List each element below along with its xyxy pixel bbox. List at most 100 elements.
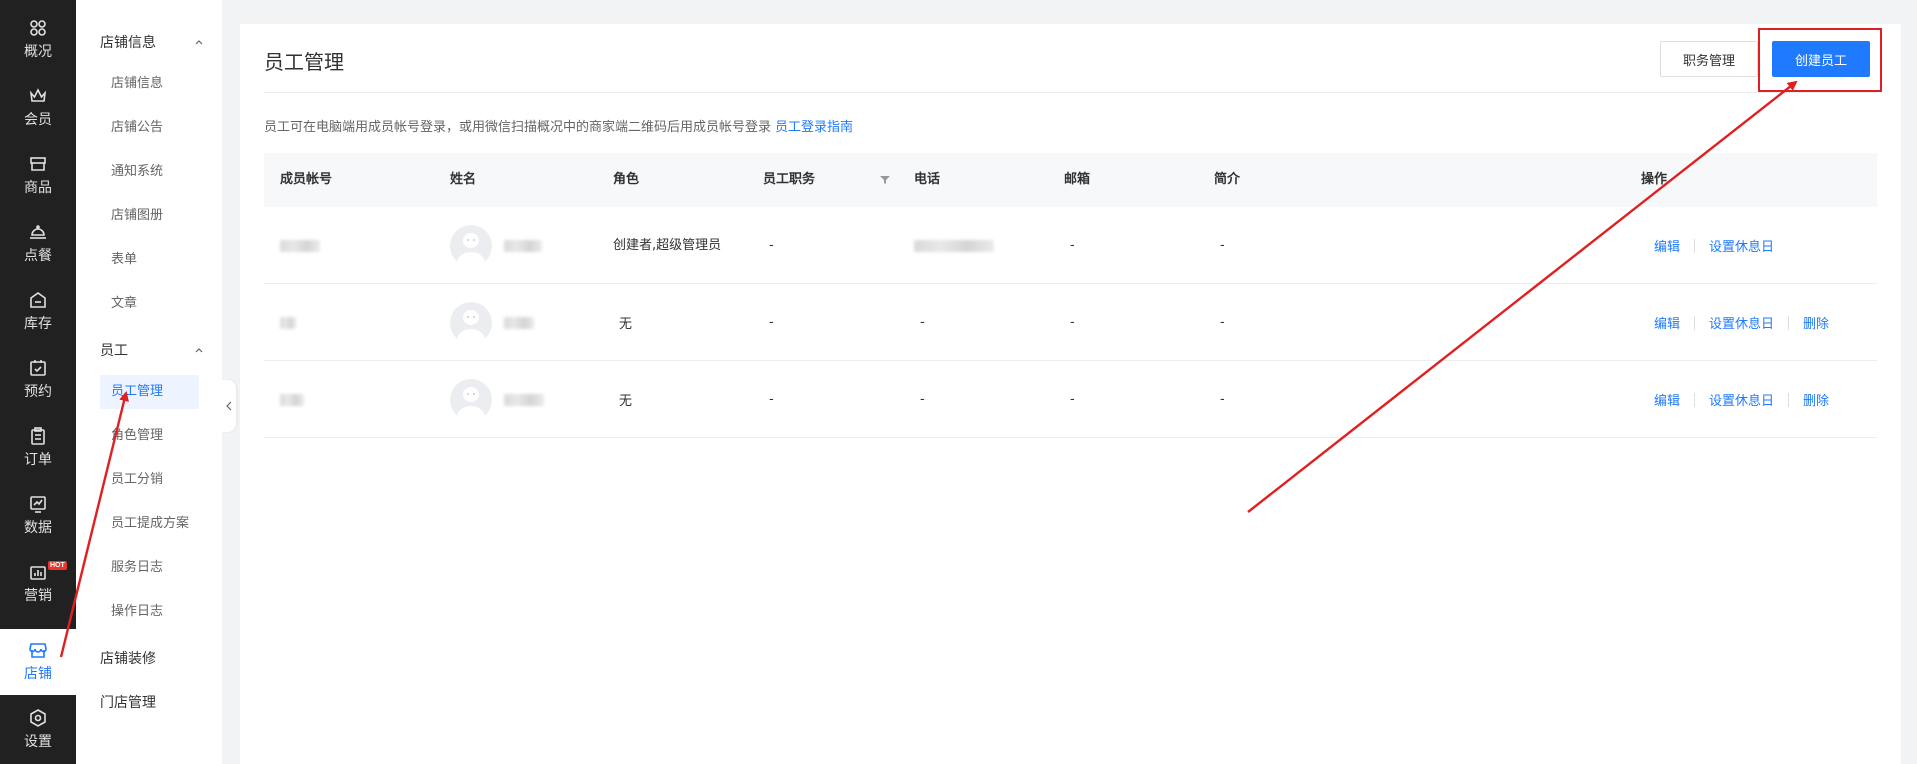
- column-header-actions: 操作: [1641, 172, 1668, 187]
- blurred-account: [280, 239, 320, 252]
- email-cell: -: [1070, 315, 1075, 330]
- sidebar-link-store-management[interactable]: 门店管理: [100, 692, 204, 712]
- sidebar-item-service-log[interactable]: 服务日志: [100, 551, 199, 585]
- sidebar-item-notify-system[interactable]: 通知系统: [100, 155, 199, 189]
- divider: [1694, 315, 1696, 330]
- marketing-icon: [30, 566, 46, 580]
- chevron-up-icon: [195, 348, 203, 353]
- nav-label: 营销: [24, 588, 52, 604]
- avatar: [450, 301, 492, 344]
- delete-link[interactable]: 删除: [1803, 390, 1829, 409]
- row-actions: 编辑 设置休息日 删除: [1654, 284, 1829, 361]
- divider: [264, 92, 1877, 93]
- sidebar-item-notice[interactable]: 店铺公告: [100, 111, 199, 145]
- nav-label: 订单: [24, 452, 52, 468]
- blurred-name: [504, 393, 544, 406]
- row-actions: 编辑 设置休息日: [1654, 207, 1774, 284]
- edit-link[interactable]: 编辑: [1654, 313, 1680, 332]
- table-header: 成员帐号 姓名 角色 员工职务 电话 邮箱 简介 操作: [264, 153, 1877, 207]
- food-cover-icon: [30, 225, 46, 239]
- blurred-account: [280, 316, 296, 329]
- nav-label: 库存: [24, 316, 52, 332]
- secondary-sidebar: 店铺信息 店铺信息 店铺公告 通知系统 店铺图册 表单 文章 员工 员工管理 角…: [76, 0, 222, 764]
- page-title: 员工管理: [264, 50, 344, 74]
- nav-item-members[interactable]: 会员: [0, 75, 76, 141]
- clipboard-icon: [31, 427, 45, 445]
- phone-cell: -: [920, 392, 925, 407]
- delete-link[interactable]: 删除: [1803, 313, 1829, 332]
- sidebar-group-shop-info[interactable]: 店铺信息: [100, 32, 204, 52]
- nav-item-shop[interactable]: 店铺: [0, 629, 76, 695]
- blurred-name: [504, 316, 534, 329]
- nav-item-inventory[interactable]: 库存: [0, 279, 76, 345]
- edit-link[interactable]: 编辑: [1654, 390, 1680, 409]
- primary-nav: 概况 会员 商品 点餐 库存 预约 订单 数据 HOT 营销 店铺 设置: [0, 0, 76, 764]
- sidebar-item-commission-plan[interactable]: 员工提成方案: [100, 507, 199, 541]
- sidebar-group-label: 员工: [100, 343, 128, 359]
- column-header-intro: 简介: [1214, 172, 1241, 187]
- role-cell: 无: [619, 317, 633, 332]
- nav-label: 数据: [24, 520, 52, 536]
- blurred-phone: [914, 239, 994, 252]
- divider: [1694, 238, 1696, 253]
- nav-item-overview[interactable]: 概况: [0, 7, 76, 73]
- chevron-up-icon: [195, 40, 203, 45]
- hot-badge: HOT: [48, 561, 67, 570]
- column-header-account: 成员帐号: [280, 172, 333, 187]
- edit-link[interactable]: 编辑: [1654, 236, 1680, 255]
- role-cell: 无: [619, 394, 633, 409]
- column-header-email: 邮箱: [1064, 172, 1091, 187]
- login-guide-link[interactable]: 员工登录指南: [775, 120, 853, 135]
- column-header-phone: 电话: [914, 172, 941, 187]
- set-rest-day-link[interactable]: 设置休息日: [1709, 313, 1774, 332]
- position-management-button[interactable]: 职务管理: [1660, 41, 1758, 77]
- sidebar-item-shop-info[interactable]: 店铺信息: [100, 67, 199, 101]
- sidebar-item-staff-distribution[interactable]: 员工分销: [100, 463, 199, 497]
- position-cell: -: [769, 238, 774, 253]
- login-hint: 员工可在电脑端用成员帐号登录，或用微信扫描概况中的商家端二维码后用成员帐号登录员…: [264, 116, 853, 135]
- box-icon: [30, 157, 46, 171]
- nav-label: 会员: [24, 112, 52, 128]
- set-rest-day-link[interactable]: 设置休息日: [1709, 236, 1774, 255]
- nav-label: 预约: [24, 384, 52, 400]
- sidebar-item-staff-management[interactable]: 员工管理: [100, 375, 199, 409]
- column-header-name: 姓名: [450, 172, 477, 187]
- annotation-highlight-box: [1758, 28, 1882, 92]
- avatar: [450, 224, 492, 267]
- main-card: 员工管理 职务管理 创建员工 员工可在电脑端用成员帐号登录，或用微信扫描概况中的…: [240, 24, 1901, 764]
- nav-item-products[interactable]: 商品: [0, 143, 76, 209]
- sidebar-item-album[interactable]: 店铺图册: [100, 199, 199, 233]
- table-row: 无 - - - - 编辑 设置休息日 删除: [264, 361, 1877, 438]
- filter-icon[interactable]: [880, 175, 890, 185]
- position-cell: -: [769, 315, 774, 330]
- nav-item-ordering[interactable]: 点餐: [0, 211, 76, 277]
- sidebar-item-role-management[interactable]: 角色管理: [100, 419, 199, 453]
- phone-cell: -: [920, 315, 925, 330]
- shop-icon: [29, 643, 47, 658]
- table-row: 创建者,超级管理员 - - - 编辑 设置休息日: [264, 207, 1877, 284]
- table-row: 无 - - - - 编辑 设置休息日 删除: [264, 284, 1877, 361]
- sidebar-item-form[interactable]: 表单: [100, 243, 199, 277]
- sidebar-link-decoration[interactable]: 店铺装修: [100, 648, 204, 668]
- avatar: [450, 378, 492, 421]
- sidebar-item-operation-log[interactable]: 操作日志: [100, 595, 199, 629]
- nav-label: 店铺: [24, 666, 52, 682]
- nav-item-settings[interactable]: 设置: [0, 697, 76, 763]
- nav-label: 设置: [24, 734, 52, 750]
- email-cell: -: [1070, 392, 1075, 407]
- intro-cell: -: [1220, 392, 1225, 407]
- divider: [1788, 392, 1790, 407]
- sidebar-group-staff[interactable]: 员工: [100, 340, 204, 360]
- chart-icon: [30, 496, 46, 513]
- sidebar-item-article[interactable]: 文章: [100, 287, 199, 321]
- nav-item-orders[interactable]: 订单: [0, 415, 76, 481]
- settings-icon: [30, 709, 46, 727]
- staff-table: 成员帐号 姓名 角色 员工职务 电话 邮箱 简介 操作 创建者,超级管理员 - …: [264, 153, 1877, 438]
- set-rest-day-link[interactable]: 设置休息日: [1709, 390, 1774, 409]
- nav-item-data[interactable]: 数据: [0, 483, 76, 549]
- nav-item-booking[interactable]: 预约: [0, 347, 76, 413]
- crown-icon: [29, 88, 47, 102]
- sidebar-collapse-handle[interactable]: [222, 380, 236, 432]
- intro-cell: -: [1220, 315, 1225, 330]
- nav-item-marketing[interactable]: HOT 营销: [0, 551, 76, 617]
